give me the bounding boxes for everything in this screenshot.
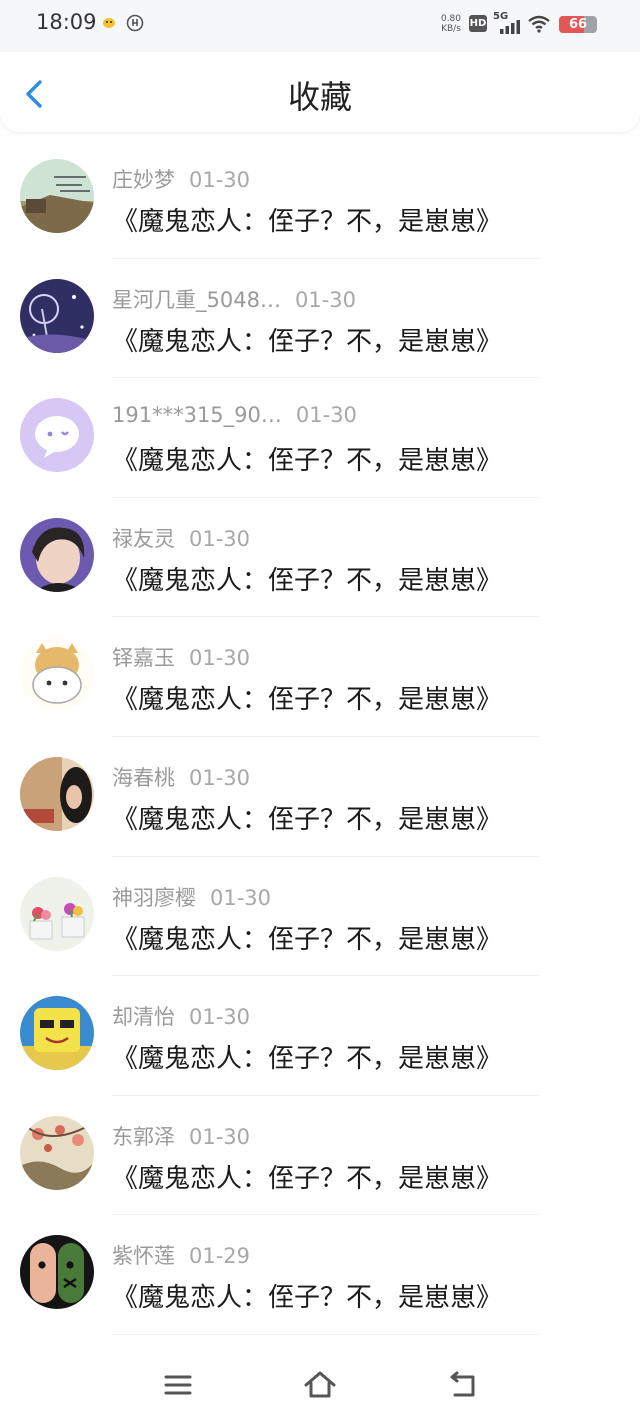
date: 01-30 xyxy=(189,1124,251,1149)
username: 海春桃 xyxy=(112,765,175,790)
date: 01-29 xyxy=(189,1244,251,1269)
book-title[interactable]: 《魔鬼恋人：侄子？不，是崽崽》 xyxy=(112,1158,502,1195)
username: 紫怀莲 xyxy=(112,1244,175,1269)
network-speed: 0.80 KB/s xyxy=(437,14,465,34)
list-item[interactable]: 东郭泽 01-30 《魔鬼恋人：侄子？不，是崽崽》 xyxy=(0,1096,640,1216)
date: 01-30 xyxy=(294,287,356,312)
notification-icon xyxy=(103,18,115,28)
user-row: 191***315_90… 01-30 xyxy=(112,403,357,433)
user-row: 庄妙梦 01-30 xyxy=(112,164,250,194)
home-icon[interactable] xyxy=(303,1368,337,1402)
date: 01-30 xyxy=(189,1005,251,1030)
username: 191***315_90… xyxy=(112,403,282,428)
list-item[interactable]: 星河几重_5048… 01-30 《魔鬼恋人：侄子？不，是崽崽》 xyxy=(0,259,640,379)
list-item[interactable]: 却清怡 01-30 《魔鬼恋人：侄子？不，是崽崽》 xyxy=(0,976,640,1096)
username: 禄友灵 xyxy=(112,526,175,551)
avatar-image xyxy=(20,876,94,951)
user-row: 东郭泽 01-30 xyxy=(112,1121,250,1151)
avatar-image xyxy=(20,159,94,233)
book-title[interactable]: 《魔鬼恋人：侄子？不，是崽崽》 xyxy=(112,321,502,358)
avatar-image xyxy=(20,756,94,831)
app-header: 收藏 xyxy=(0,52,640,132)
list-item[interactable]: 铎嘉玉 01-30 《魔鬼恋人：侄子？不，是崽崽》 xyxy=(0,617,640,737)
user-row: 铎嘉玉 01-30 xyxy=(112,642,250,672)
avatar[interactable] xyxy=(20,876,94,951)
username: 庄妙梦 xyxy=(112,168,175,192)
avatar[interactable] xyxy=(20,159,94,233)
avatar[interactable] xyxy=(20,756,94,831)
date: 01-30 xyxy=(295,403,357,428)
username: 却清怡 xyxy=(112,1005,175,1030)
page-title: 收藏 xyxy=(287,78,352,116)
avatar-image xyxy=(20,1115,94,1190)
avatar-image xyxy=(20,1235,94,1310)
user-row: 紫怀莲 01-29 xyxy=(112,1240,250,1270)
avatar[interactable] xyxy=(20,517,94,592)
book-title[interactable]: 《魔鬼恋人：侄子？不，是崽崽》 xyxy=(112,679,502,716)
hd-badge: HD xyxy=(469,15,487,32)
date: 01-30 xyxy=(189,168,251,192)
list-item[interactable]: 神羽廖樱 01-30 《魔鬼恋人：侄子？不，是崽崽》 xyxy=(0,857,640,977)
status-time: 18:09 xyxy=(36,10,97,34)
back-icon[interactable] xyxy=(445,1368,479,1402)
user-row: 神羽廖樱 01-30 xyxy=(112,882,271,912)
system-nav-bar xyxy=(0,1352,640,1422)
list-item[interactable]: 海春桃 01-30 《魔鬼恋人：侄子？不，是崽崽》 xyxy=(0,737,640,857)
list-item[interactable]: 禄友灵 01-30 《魔鬼恋人：侄子？不，是崽崽》 xyxy=(0,498,640,618)
username: 星河几重_5048… xyxy=(112,287,281,312)
username: 铎嘉玉 xyxy=(112,646,175,671)
avatar[interactable] xyxy=(20,637,94,712)
avatar[interactable] xyxy=(20,398,94,473)
date: 01-30 xyxy=(210,885,272,910)
network-speed-unit: KB/s xyxy=(441,24,461,34)
avatar-image xyxy=(20,278,94,353)
avatar-image xyxy=(20,517,94,592)
user-row: 禄友灵 01-30 xyxy=(112,523,250,553)
avatar[interactable] xyxy=(20,1115,94,1190)
book-title[interactable]: 《魔鬼恋人：侄子？不，是崽崽》 xyxy=(112,201,502,238)
avatar-image xyxy=(20,637,94,712)
status-bar: 18:09 0.80 KB/s HD 5G 66 xyxy=(0,0,640,52)
favorites-list: 庄妙梦 01-30 《魔鬼恋人：侄子？不，是崽崽》 星河几重_5048… 01-30 《魔… xyxy=(0,139,640,1335)
book-title[interactable]: 《魔鬼恋人：侄子？不，是崽崽》 xyxy=(112,919,502,956)
app-notification-icon xyxy=(126,14,144,32)
list-item[interactable]: 紫怀莲 01-29 《魔鬼恋人：侄子？不，是崽崽》 xyxy=(0,1215,640,1335)
user-row: 却清怡 01-30 xyxy=(112,1001,250,1031)
list-item[interactable]: 庄妙梦 01-30 《魔鬼恋人：侄子？不，是崽崽》 xyxy=(0,139,640,259)
avatar[interactable] xyxy=(20,1235,94,1310)
avatar[interactable] xyxy=(20,996,94,1071)
signal-icon xyxy=(500,20,520,34)
network-speed-value: 0.80 xyxy=(440,14,462,24)
book-title[interactable]: 《魔鬼恋人：侄子？不，是崽崽》 xyxy=(112,560,502,597)
menu-icon[interactable] xyxy=(161,1368,195,1402)
date: 01-30 xyxy=(189,646,251,671)
username: 神羽廖樱 xyxy=(112,885,196,910)
date: 01-30 xyxy=(189,765,251,790)
user-row: 海春桃 01-30 xyxy=(112,762,250,792)
wifi-icon xyxy=(528,15,550,33)
book-title[interactable]: 《魔鬼恋人：侄子？不，是崽崽》 xyxy=(112,440,502,477)
battery-indicator: 66 xyxy=(559,16,597,33)
avatar-image xyxy=(20,398,94,473)
avatar[interactable] xyxy=(20,278,94,353)
book-title[interactable]: 《魔鬼恋人：侄子？不，是崽崽》 xyxy=(112,1277,502,1314)
book-title[interactable]: 《魔鬼恋人：侄子？不，是崽崽》 xyxy=(112,799,502,836)
list-item[interactable]: 191***315_90… 01-30 《魔鬼恋人：侄子？不，是崽崽》 xyxy=(0,378,640,498)
date: 01-30 xyxy=(189,526,251,551)
avatar-image xyxy=(20,996,94,1071)
user-row: 星河几重_5048… 01-30 xyxy=(112,284,356,314)
battery-level: 66 xyxy=(568,17,588,32)
book-title[interactable]: 《魔鬼恋人：侄子？不，是崽崽》 xyxy=(112,1038,502,1075)
username: 东郭泽 xyxy=(112,1124,175,1149)
